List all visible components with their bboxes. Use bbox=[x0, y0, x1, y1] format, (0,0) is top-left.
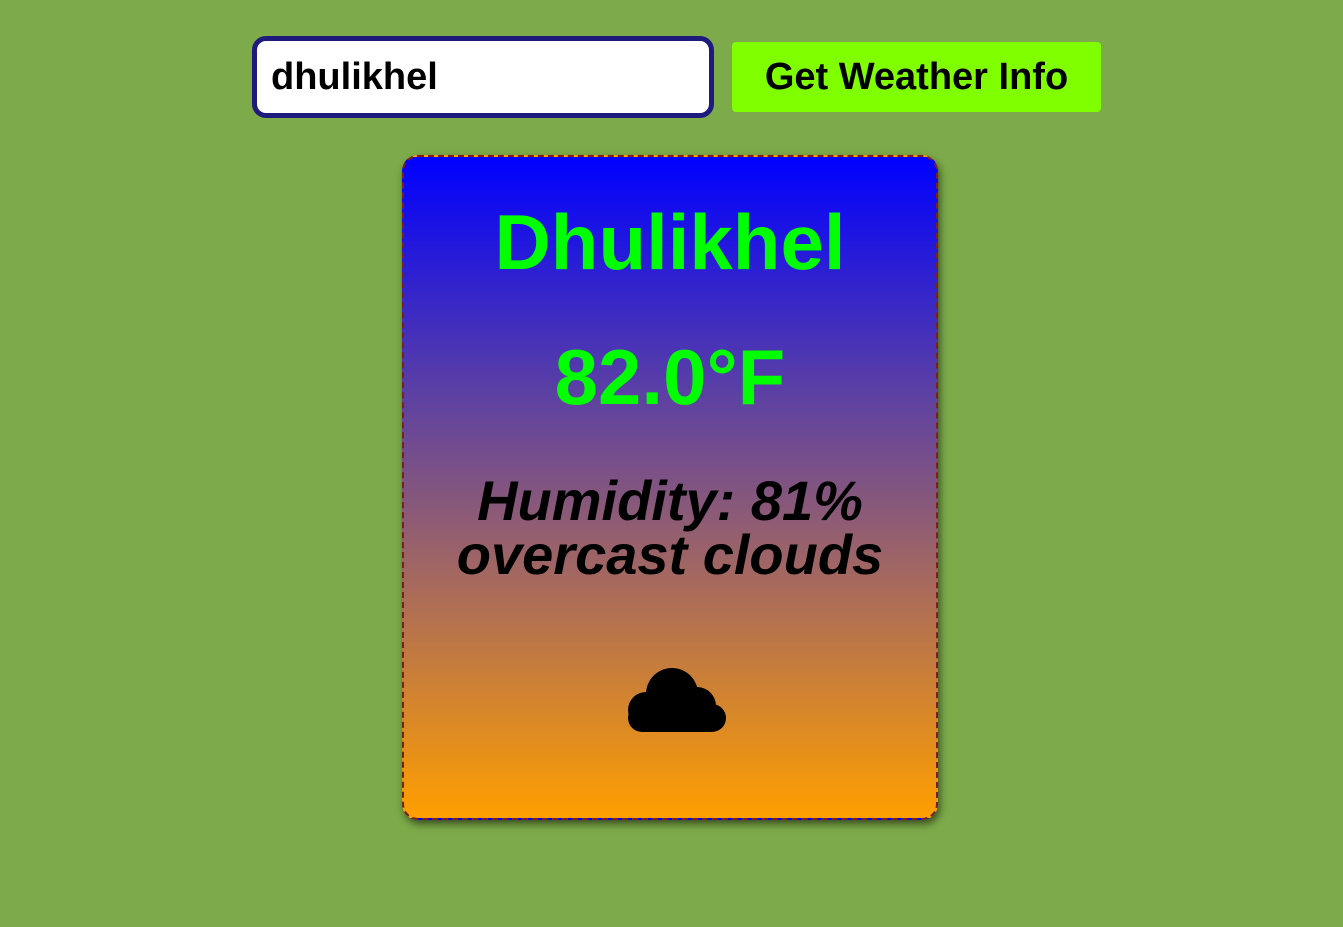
cloud-icon bbox=[628, 668, 726, 732]
temperature: 82.0°F bbox=[554, 333, 786, 421]
weather-card: Dhulikhel 82.0°F Humidity: 81% overcast … bbox=[402, 155, 938, 820]
city-name: Dhulikhel bbox=[494, 198, 846, 286]
weather-app: Get Weather Info Dhulikhel 82.0°F Humidi… bbox=[0, 0, 1343, 927]
city-search-input[interactable] bbox=[252, 36, 714, 118]
get-weather-info-button[interactable]: Get Weather Info bbox=[732, 42, 1101, 112]
search-bar: Get Weather Info bbox=[252, 36, 1102, 118]
weather-description: overcast clouds bbox=[456, 523, 884, 586]
